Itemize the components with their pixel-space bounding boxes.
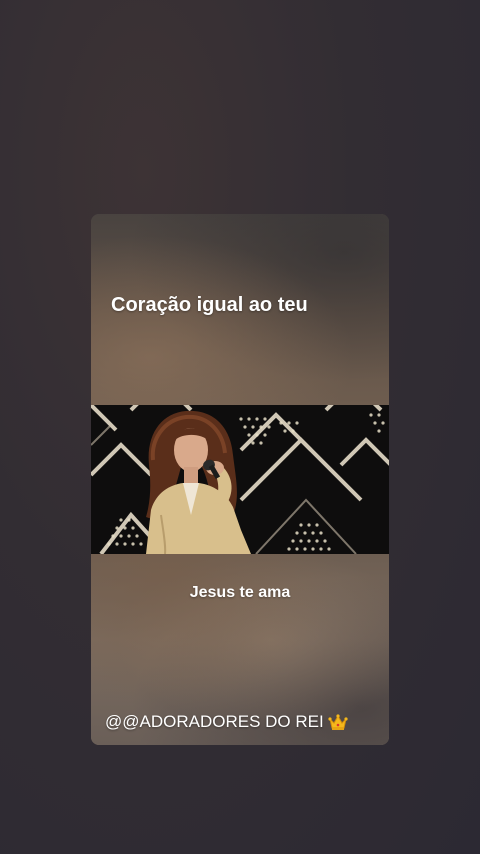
author-handle-text: @@ADORADORES DO REI (105, 712, 324, 731)
crown-icon (328, 713, 348, 731)
author-handle[interactable]: @@ADORADORES DO REI (105, 710, 348, 734)
singer-performance-image (91, 405, 389, 554)
video-frame[interactable] (91, 405, 389, 554)
caption-text: Jesus te ama (189, 584, 291, 601)
headline-text: Coração igual ao teu (111, 294, 308, 316)
story-card[interactable]: Coração igual ao teu Jesus te ama @@ADOR… (91, 214, 389, 745)
